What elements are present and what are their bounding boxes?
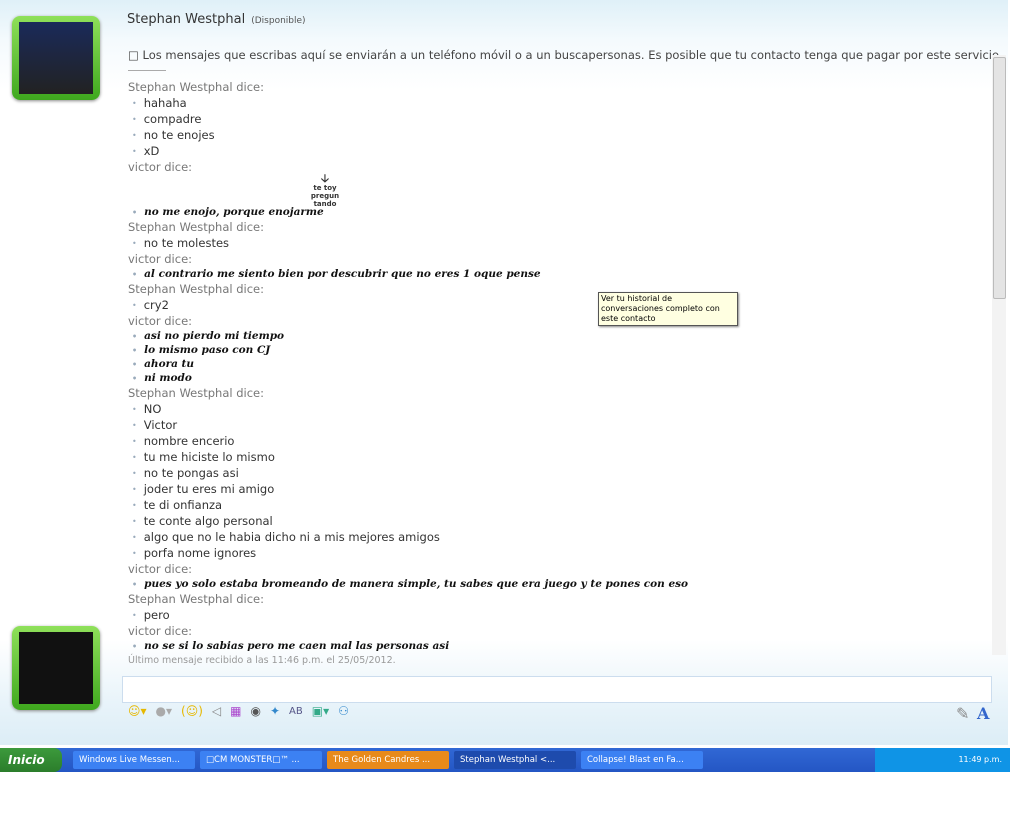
taskbar-button[interactable]: Windows Live Messen... (73, 751, 195, 769)
taskbar-button[interactable]: □CM MONSTER□™ ... (200, 751, 322, 769)
sender-label: Stephan Westphal dice: (128, 592, 264, 606)
scroll-thumb[interactable] (993, 57, 1006, 299)
contact-title: Stephan Westphal (Disponible) (127, 12, 306, 27)
sender-label: Stephan Westphal dice: (128, 220, 264, 234)
sender-label: victor dice: (128, 562, 193, 576)
taskbar: Inicio Windows Live Messen... □CM MONSTER… (0, 748, 1010, 772)
start-button[interactable]: Inicio (0, 748, 62, 772)
sender-label: victor dice: (128, 624, 193, 638)
chat-message: ni modo (128, 371, 978, 385)
notice-text: Los mensajes que escribas aquí se enviar… (142, 48, 1003, 62)
chat-message: te di onfianza (128, 497, 978, 513)
user-avatar[interactable] (12, 626, 100, 710)
sender-label: Stephan Westphal dice: (128, 80, 264, 94)
contact-status: (Disponible) (251, 16, 306, 26)
chat-message: joder tu eres mi amigo (128, 481, 978, 497)
chat-message: no me enojo, porque enojarme (128, 205, 978, 219)
sender-label: Stephan Westphal dice: (128, 282, 264, 296)
mobile-notice: □ Los mensajes que escribas aquí se envi… (128, 48, 1003, 62)
contacts-icon[interactable]: ⚇ (338, 704, 349, 718)
chat-message: nombre encerio (128, 433, 978, 449)
chat-message: no te enojes (128, 127, 978, 143)
history-tooltip: Ver tu historial de conversaciones compl… (598, 292, 738, 326)
chat-message: pues yo solo estaba bromeando de manera … (128, 577, 978, 591)
toolbar: ☺▾ ●▾ (☺) ◁ ▦ ◉ ✦ AB ▣▾ ⚇ (128, 704, 349, 718)
sender-label: victor dice: (128, 160, 193, 174)
contact-name: Stephan Westphal (127, 12, 246, 27)
font-icon[interactable]: AB (289, 706, 303, 717)
activities-icon[interactable]: ✦ (270, 704, 280, 718)
taskbar-button[interactable]: Collapse! Blast en Fa... (581, 751, 703, 769)
chat-message: ahora tu (128, 357, 978, 371)
sender-label: Stephan Westphal dice: (128, 386, 264, 400)
message-input[interactable] (122, 676, 992, 703)
divider (128, 70, 166, 71)
chat-message: porfa nome ignores (128, 545, 978, 561)
background-icon[interactable]: ▦ (230, 704, 241, 718)
chat-message: te conte algo personal (128, 513, 978, 529)
games-icon[interactable]: ◉ (251, 704, 261, 718)
taskbar-button[interactable]: The Golden Candres ... (327, 751, 449, 769)
taskbar-button[interactable]: Stephan Westphal <... (454, 751, 576, 769)
chat-message: cry2 (128, 297, 978, 313)
conversation-history: Stephan Westphal dice:hahahacompadreno t… (128, 79, 978, 651)
messenger-window: Stephan Westphal (Disponible) □ Los mensa… (0, 0, 1008, 745)
sticker-image: 🡣 te toy pregun tando (128, 173, 978, 208)
chat-message: compadre (128, 111, 978, 127)
system-tray: 11:49 p.m. (875, 748, 1010, 772)
emoticon-icon[interactable]: ☺▾ (128, 704, 147, 718)
wink-icon[interactable]: ●▾ (156, 704, 173, 718)
chat-message: Victor (128, 417, 978, 433)
chat-scrollbar[interactable] (992, 55, 1006, 655)
text-format-icon[interactable]: A (977, 704, 989, 723)
sticker-text: te toy pregun tando (310, 184, 340, 208)
nudge-icon[interactable]: (☺) (181, 704, 203, 718)
last-message-status: Último mensaje recibido a las 11:46 p.m.… (128, 655, 396, 666)
image-icon[interactable]: ▣▾ (312, 704, 329, 718)
chat-message: asi no pierdo mi tiempo (128, 329, 978, 343)
chat-message: no te pongas asi (128, 465, 978, 481)
chat-message: NO (128, 401, 978, 417)
sender-label: victor dice: (128, 252, 193, 266)
contact-avatar[interactable] (12, 16, 100, 100)
chat-message: no te molestes (128, 235, 978, 251)
chat-message: no se si lo sabias pero me caen mal las … (128, 639, 978, 651)
chat-message: pero (128, 607, 978, 623)
chat-message: lo mismo paso con CJ (128, 343, 978, 357)
chat-message: xD (128, 143, 978, 159)
chat-message: hahaha (128, 95, 978, 111)
chat-message: tu me hiciste lo mismo (128, 449, 978, 465)
chat-message: algo que no le habia dicho ni a mis mejo… (128, 529, 978, 545)
chat-message: al contrario me siento bien por descubri… (128, 267, 978, 281)
sender-label: victor dice: (128, 314, 193, 328)
handwriting-icon[interactable]: ✎ (956, 704, 969, 723)
voice-clip-icon[interactable]: ◁ (212, 704, 221, 718)
clock: 11:49 p.m. (958, 755, 1002, 764)
